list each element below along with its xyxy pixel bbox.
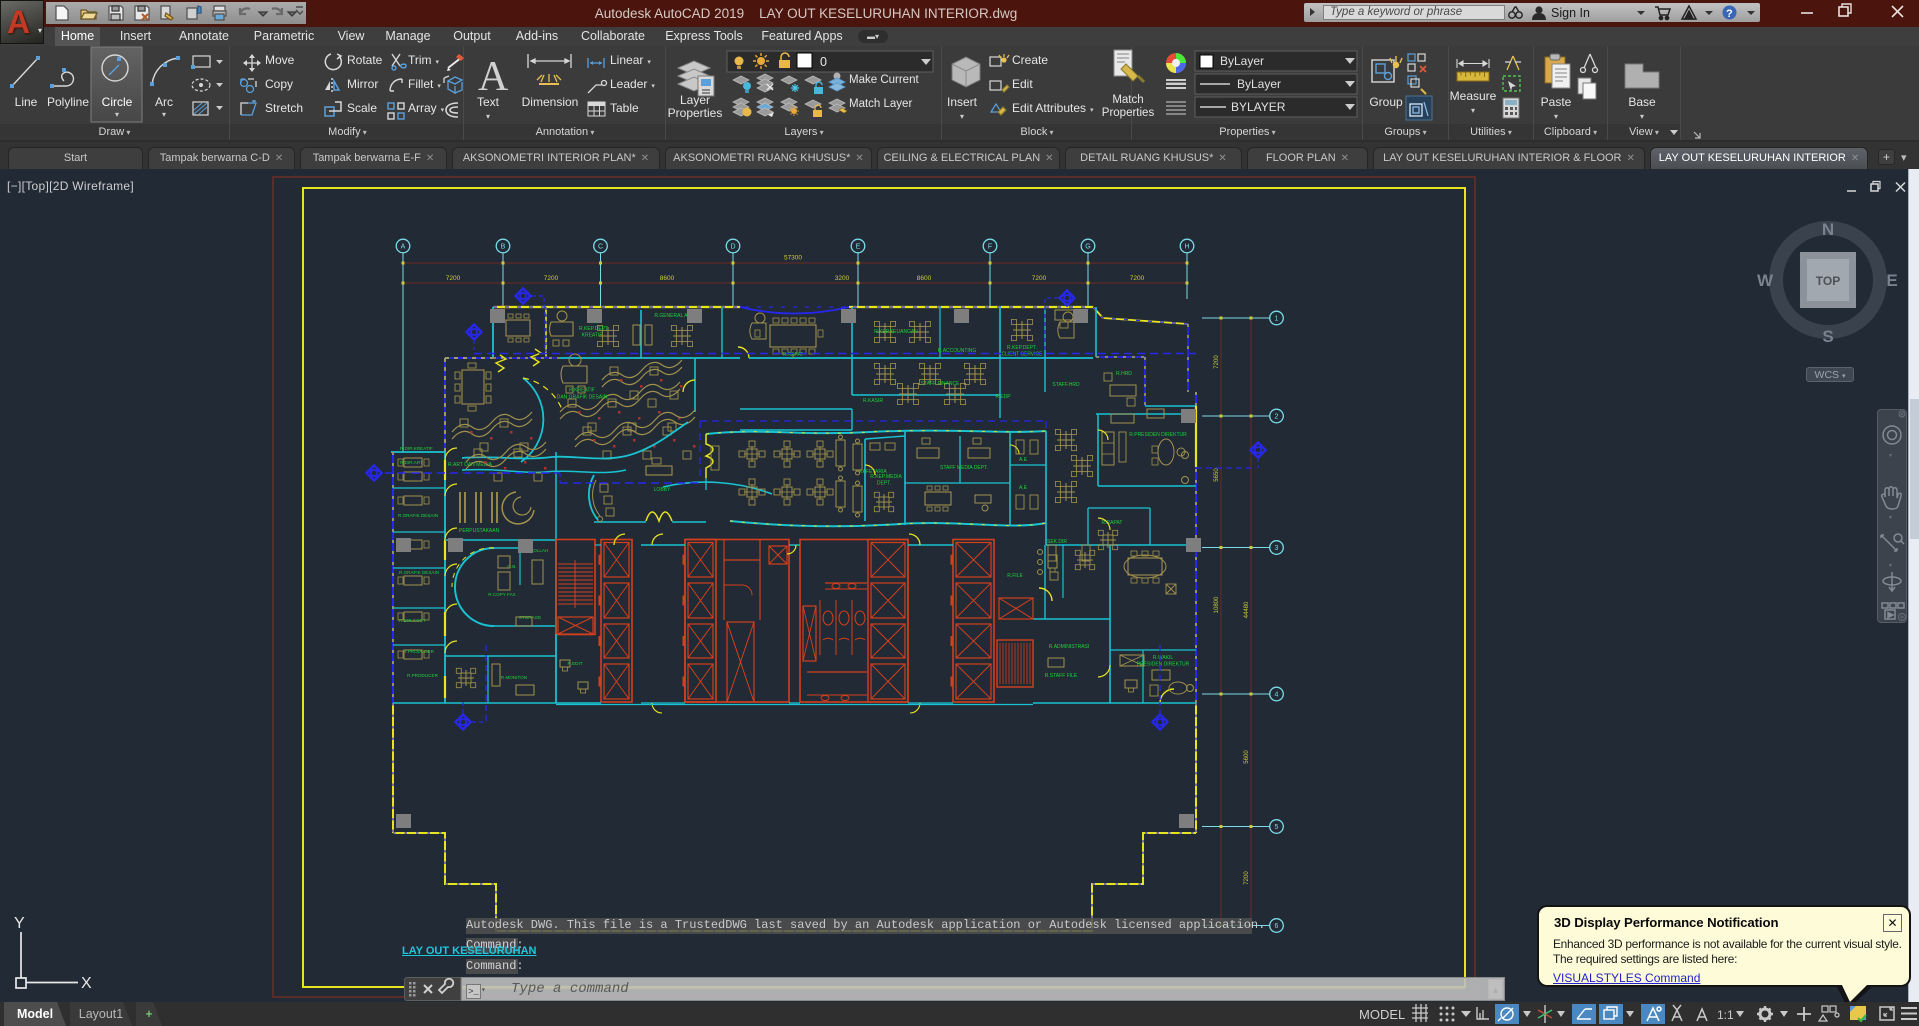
- svg-text:A: A: [401, 244, 406, 251]
- svg-text:3: 3: [1275, 545, 1279, 552]
- svg-text:7200: 7200: [1032, 275, 1047, 282]
- svg-text:R.ADMINISTRASI: R.ADMINISTRASI: [1049, 644, 1090, 650]
- svg-text:7200: 7200: [1244, 871, 1250, 885]
- svg-text:LOBBY: LOBBY: [654, 487, 671, 493]
- svg-text:R.KEP.DEPT.: R.KEP.DEPT.: [1007, 345, 1037, 351]
- svg-text:W: W: [1757, 271, 1774, 290]
- svg-text:5650: 5650: [1214, 468, 1220, 482]
- svg-text:7200: 7200: [1130, 275, 1145, 282]
- svg-text:F: F: [988, 244, 992, 251]
- svg-text:R.DIR.KREATIF: R.DIR.KREATIF: [400, 446, 433, 451]
- svg-text:57300: 57300: [784, 255, 802, 262]
- svg-text:A.E: A.E: [1019, 457, 1028, 463]
- svg-text:?: ?: [1726, 8, 1733, 20]
- svg-text:R.DIR.ART: R.DIR.ART: [400, 460, 423, 465]
- svg-text:N: N: [1822, 220, 1834, 239]
- svg-text:KREATIF: KREATIF: [582, 333, 603, 339]
- svg-text:R.FILE: R.FILE: [1007, 573, 1023, 579]
- svg-text:7200: 7200: [1214, 355, 1220, 369]
- svg-text:R.KASIR: R.KASIR: [863, 398, 883, 404]
- svg-text:10800: 10800: [1214, 596, 1220, 613]
- svg-text:SEK.DIR: SEK.DIR: [1047, 539, 1067, 545]
- svg-text:R.GRAFIK DESAIN: R.GRAFIK DESAIN: [398, 513, 438, 518]
- svg-text:B: B: [501, 244, 506, 251]
- svg-text:DAN GRAFIK DESAIN: DAN GRAFIK DESAIN: [557, 395, 608, 401]
- svg-text:H: H: [1184, 244, 1189, 251]
- svg-text:CLIENT SERVICE: CLIENT SERVICE: [1002, 352, 1044, 358]
- svg-text:R.HRD: R.HRD: [1116, 371, 1132, 377]
- svg-text:R.KREATIF: R.KREATIF: [569, 388, 595, 394]
- svg-text:5600: 5600: [1244, 750, 1250, 764]
- svg-text:8600: 8600: [917, 275, 932, 282]
- svg-text:TOP: TOP: [1816, 274, 1840, 288]
- svg-text:R.STAFF FILE: R.STAFF FILE: [1045, 673, 1078, 679]
- svg-text:1: 1: [1275, 316, 1279, 323]
- svg-text:PERPUSTAKAAN: PERPUSTAKAAN: [459, 528, 500, 534]
- svg-text:R.PRESIDEN DIREKTUR: R.PRESIDEN DIREKTUR: [1129, 432, 1187, 438]
- svg-text:X: X: [81, 975, 92, 992]
- svg-text:R.EDP: R.EDP: [995, 394, 1011, 400]
- svg-text:44480: 44480: [1244, 601, 1250, 618]
- svg-text:R.RAPAT: R.RAPAT: [1102, 520, 1123, 526]
- svg-text:6: 6: [1275, 923, 1279, 930]
- svg-text:E: E: [1886, 271, 1897, 290]
- svg-text:STAFF MEDIA DEPT.: STAFF MEDIA DEPT.: [940, 465, 988, 471]
- svg-text:8600: 8600: [660, 275, 675, 282]
- svg-text:DEPT.: DEPT.: [877, 481, 891, 487]
- svg-text:A.E: A.E: [1019, 485, 1028, 491]
- svg-text:R.COPY FAX: R.COPY FAX: [488, 592, 516, 597]
- svg-text:R.WAKIL: R.WAKIL: [1153, 655, 1174, 661]
- svg-text:E: E: [856, 244, 861, 251]
- svg-text:PRESIDEN DIREKTUR: PRESIDEN DIREKTUR: [1137, 662, 1190, 668]
- svg-text:5: 5: [1275, 824, 1279, 831]
- svg-text:R.PRODUCER: R.PRODUCER: [403, 649, 435, 654]
- svg-text:▾: ▾: [1889, 453, 1892, 459]
- svg-text:R.MONITON: R.MONITON: [501, 675, 527, 680]
- svg-text:R.KEP.KEUANGAN: R.KEP.KEUANGAN: [874, 329, 918, 335]
- svg-text:S: S: [1822, 327, 1833, 346]
- svg-text:G: G: [1085, 244, 1090, 251]
- svg-text:D: D: [730, 244, 735, 251]
- svg-text:R.KEP.DEPT.: R.KEP.DEPT.: [579, 326, 609, 332]
- svg-text:7200: 7200: [446, 275, 461, 282]
- svg-text:▾: ▾: [1889, 515, 1892, 521]
- svg-text:C: C: [598, 244, 603, 251]
- svg-text:R.GRAFIK DESAIN: R.GRAFIK DESAIN: [399, 570, 439, 575]
- svg-text:2: 2: [1275, 414, 1279, 421]
- svg-text:▾: ▾: [1889, 563, 1892, 569]
- svg-text:4: 4: [1275, 692, 1279, 699]
- svg-text:R.PRODUCER: R.PRODUCER: [407, 673, 439, 678]
- svg-text:STAFF.HRD: STAFF.HRD: [1052, 382, 1080, 388]
- svg-text:MODEL: MODEL: [1359, 1007, 1405, 1022]
- svg-text:Y: Y: [14, 915, 25, 932]
- svg-text:R.DIR.COPY: R.DIR.COPY: [399, 618, 426, 623]
- svg-text:1:1: 1:1: [1717, 1008, 1734, 1022]
- svg-text:STAFF FINANCE: STAFF FINANCE: [921, 381, 960, 387]
- svg-text:3200: 3200: [835, 275, 850, 282]
- svg-text:Sign In: Sign In: [1551, 6, 1590, 20]
- svg-text:7200: 7200: [544, 275, 559, 282]
